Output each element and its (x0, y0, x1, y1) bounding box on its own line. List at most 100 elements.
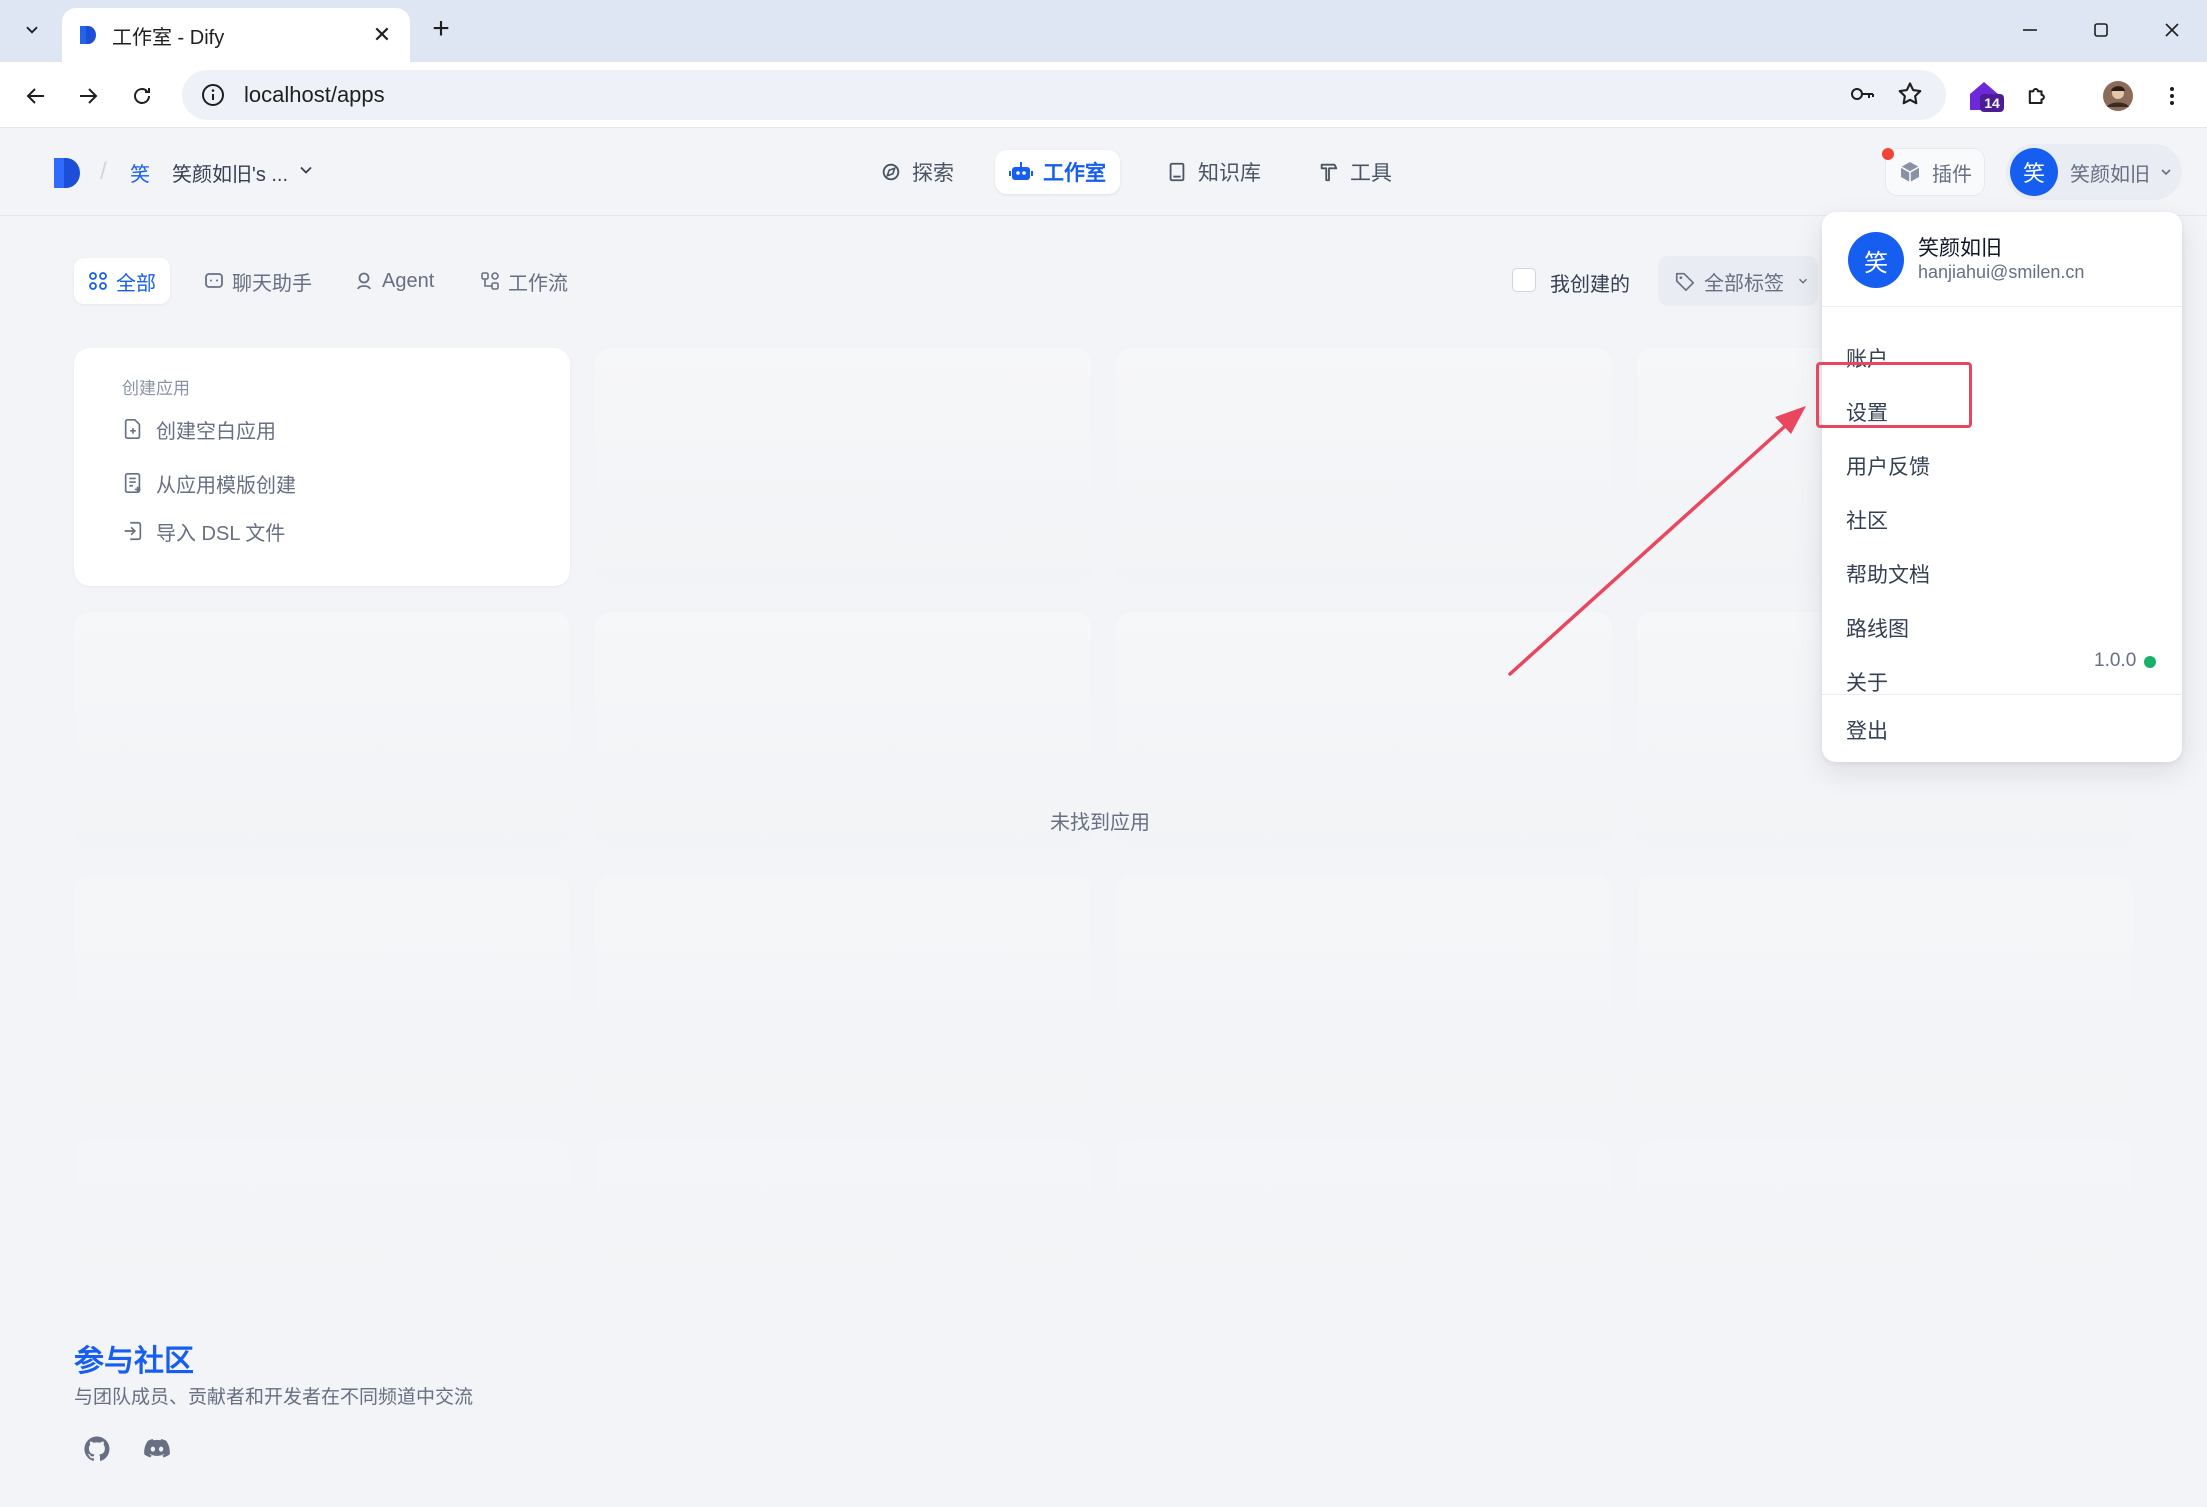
browser-tab-bar: 工作室 - Dify ✕ + (0, 0, 2207, 62)
profile-button[interactable] (2098, 76, 2138, 116)
reload-button[interactable] (122, 76, 162, 116)
menu-item-community[interactable]: 社区 (1846, 500, 2156, 540)
book-icon (1169, 162, 1185, 182)
import-icon (124, 521, 142, 541)
dify-favicon-icon (80, 26, 96, 44)
plugin-button[interactable]: 插件 (1885, 148, 1985, 196)
close-window-button[interactable] (2147, 10, 2197, 50)
nav-explore[interactable]: 探索 (866, 150, 968, 194)
dropdown-divider (1822, 306, 2182, 307)
nav-knowledge-label: 知识库 (1198, 162, 1261, 185)
placeholder-card (595, 1140, 1091, 1260)
workspace-name[interactable]: 笑颜如旧's ... (172, 158, 288, 187)
user-menu-button[interactable]: 笑 笑颜如旧 (2006, 144, 2182, 200)
new-tab-button[interactable]: + (424, 12, 458, 46)
filter-tab-all[interactable]: 全部 (74, 258, 170, 304)
dify-logo-icon[interactable] (52, 156, 82, 190)
chevron-down-icon[interactable] (296, 160, 316, 180)
nav-studio[interactable]: 工作室 (995, 150, 1120, 194)
settings-highlight-box (1816, 362, 1972, 428)
extension-badge-button[interactable]: 14 (1966, 76, 2006, 116)
cube-icon (1900, 162, 1920, 182)
placeholder-card (595, 876, 1091, 1114)
forward-button[interactable] (68, 76, 108, 116)
user-dropdown-menu: 笑 笑颜如旧 hanjiahui@smilen.cn 账户 设置 用户反馈 社区… (1822, 212, 2182, 762)
url-text[interactable]: localhost/apps (244, 82, 385, 108)
bookmark-star-icon[interactable] (1894, 78, 1926, 110)
browser-menu-button[interactable] (2152, 76, 2192, 116)
template-icon (124, 473, 141, 493)
grid-icon (89, 272, 107, 290)
filter-tab-agent-label: Agent (382, 269, 435, 292)
discord-icon[interactable] (142, 1434, 172, 1464)
placeholder-card (74, 1140, 570, 1260)
workflow-icon (481, 272, 499, 290)
filter-tab-chat-label: 聊天助手 (232, 272, 312, 295)
app-header: / 笑 笑颜如旧's ... 探索 工作室 知识库 工具 插件 笑 笑颜如旧 (0, 128, 2207, 216)
menu-item-docs[interactable]: 帮助文档 (1846, 554, 2156, 594)
plugin-label: 插件 (1932, 163, 1972, 186)
create-from-template-button[interactable]: 从应用模版创建 (122, 468, 296, 498)
arrow-right-icon (80, 88, 98, 104)
import-dsl-label: 导入 DSL 文件 (156, 522, 286, 545)
extensions-button[interactable] (2018, 76, 2058, 116)
create-app-title: 创建应用 (122, 379, 190, 398)
placeholder-card (595, 612, 1091, 850)
dropdown-divider (1822, 694, 2182, 695)
placeholder-card (1637, 1140, 2133, 1260)
maximize-button[interactable] (2076, 10, 2126, 50)
community-subtitle: 与团队成员、贡献者和开发者在不同频道中交流 (74, 1387, 474, 1408)
menu-item-logout[interactable]: 登出 (1846, 710, 2156, 750)
minimize-button[interactable] (2005, 10, 2055, 50)
tab-search-button[interactable] (12, 10, 52, 50)
filter-tab-agent[interactable]: Agent (340, 258, 448, 304)
nav-knowledge[interactable]: 知识库 (1152, 150, 1275, 194)
browser-tab[interactable]: 工作室 - Dify ✕ (62, 8, 410, 62)
more-vertical-icon (2170, 87, 2174, 105)
chevron-down-icon (1798, 278, 1808, 284)
placeholder-card (1637, 876, 2133, 1114)
import-dsl-button[interactable]: 导入 DSL 文件 (122, 516, 285, 546)
dropdown-avatar: 笑 (1848, 232, 1904, 288)
tag-filter-label: 全部标签 (1704, 272, 1784, 295)
workspace-avatar[interactable]: 笑 (130, 158, 150, 187)
placeholder-card (595, 348, 1091, 586)
menu-item-feedback[interactable]: 用户反馈 (1846, 446, 2156, 486)
reload-icon (134, 88, 150, 104)
create-from-template-label: 从应用模版创建 (156, 474, 296, 497)
robot-icon (1009, 162, 1033, 180)
hammer-icon (1320, 163, 1338, 182)
site-info-icon[interactable] (200, 82, 226, 108)
password-key-icon[interactable] (1846, 78, 1878, 110)
user-avatar: 笑 (2010, 148, 2058, 196)
close-icon (2165, 23, 2179, 37)
back-button[interactable] (16, 76, 56, 116)
plugin-notification-dot (1882, 148, 1894, 160)
placeholder-card (74, 876, 570, 1114)
nav-tools[interactable]: 工具 (1304, 150, 1406, 194)
filter-tab-all-label: 全部 (116, 272, 156, 295)
placeholder-card (1116, 1140, 1612, 1260)
dropdown-user-email: hanjiahui@smilen.cn (1918, 262, 2085, 282)
menu-item-roadmap[interactable]: 路线图 (1846, 608, 2156, 648)
browser-toolbar: localhost/apps 14 (0, 62, 2207, 128)
placeholder-card (1116, 612, 1612, 850)
chat-icon (205, 273, 223, 288)
create-blank-app-button[interactable]: 创建空白应用 (122, 414, 276, 444)
created-by-me-label[interactable]: 我创建的 (1550, 268, 1630, 297)
extension-badge-count: 14 (1984, 95, 2000, 111)
create-app-card: 创建应用 创建空白应用 从应用模版创建 导入 DSL 文件 (74, 348, 570, 586)
tag-filter-select[interactable]: 全部标签 (1658, 256, 1818, 306)
filter-tab-chat[interactable]: 聊天助手 (190, 258, 326, 304)
chevron-down-icon (26, 26, 38, 34)
github-icon[interactable] (82, 1434, 112, 1464)
breadcrumb-separator: / (100, 158, 107, 185)
tab-close-icon[interactable]: ✕ (370, 22, 394, 47)
file-plus-icon (124, 419, 141, 439)
create-blank-app-label: 创建空白应用 (156, 420, 276, 443)
filter-tab-workflow[interactable]: 工作流 (466, 258, 582, 304)
filter-tab-workflow-label: 工作流 (508, 272, 568, 295)
nav-explore-label: 探索 (912, 162, 954, 185)
created-by-me-checkbox[interactable] (1512, 268, 1536, 292)
address-bar[interactable]: localhost/apps (182, 70, 1946, 120)
